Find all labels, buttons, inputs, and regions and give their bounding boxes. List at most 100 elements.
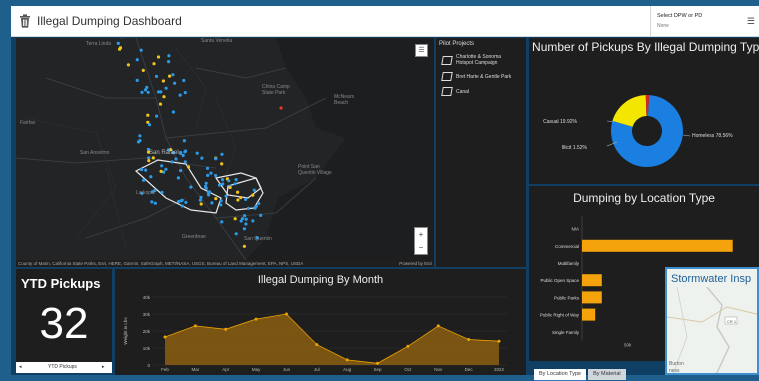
pickup-point[interactable] xyxy=(172,110,175,113)
pickup-point[interactable] xyxy=(149,175,152,178)
pickup-point[interactable] xyxy=(167,60,170,63)
data-point[interactable] xyxy=(498,340,501,343)
pickup-point[interactable] xyxy=(182,79,185,82)
pickup-point[interactable] xyxy=(119,46,122,49)
data-point[interactable] xyxy=(285,313,288,316)
pickup-point[interactable] xyxy=(236,191,239,194)
pickup-point[interactable] xyxy=(182,154,185,157)
pickup-point[interactable] xyxy=(243,227,246,230)
pickup-point[interactable] xyxy=(181,204,184,207)
legend-icon[interactable]: ☰ xyxy=(415,44,428,57)
pickup-point[interactable] xyxy=(210,201,213,204)
pickup-point[interactable] xyxy=(179,94,182,97)
pickup-point[interactable] xyxy=(152,156,155,159)
pickup-point[interactable] xyxy=(234,217,237,220)
pickup-point[interactable] xyxy=(229,186,232,189)
pickup-point[interactable] xyxy=(251,219,254,222)
pickup-point[interactable] xyxy=(236,198,239,201)
pickup-point[interactable] xyxy=(220,162,223,165)
pickup-point[interactable] xyxy=(159,103,162,106)
pickup-point[interactable] xyxy=(205,182,208,185)
pickup-point[interactable] xyxy=(221,178,224,181)
pickup-point[interactable] xyxy=(136,79,139,82)
pickup-point[interactable] xyxy=(144,169,147,172)
pickup-point[interactable] xyxy=(152,62,155,65)
data-point[interactable] xyxy=(437,324,440,327)
pickup-point[interactable] xyxy=(259,214,262,217)
data-point[interactable] xyxy=(346,358,349,361)
dumping-map[interactable]: Terra Linda Santa Venetia Fairfax San Ra… xyxy=(16,38,434,267)
map-canvas[interactable] xyxy=(16,38,434,260)
pickup-point[interactable] xyxy=(136,58,139,61)
pickup-point[interactable] xyxy=(205,187,208,190)
pickup-point[interactable] xyxy=(200,157,203,160)
pickup-point[interactable] xyxy=(184,91,187,94)
powered-by-esri[interactable]: Powered by Esri xyxy=(399,261,432,266)
pickup-point[interactable] xyxy=(255,205,258,208)
pickup-point[interactable] xyxy=(235,232,238,235)
pickup-point[interactable] xyxy=(147,91,150,94)
bar[interactable] xyxy=(582,309,595,321)
bar[interactable] xyxy=(582,274,602,286)
pickup-point[interactable] xyxy=(214,157,217,160)
pickup-point[interactable] xyxy=(127,63,130,66)
pickup-point[interactable] xyxy=(154,202,157,205)
pickup-point[interactable] xyxy=(196,152,199,155)
pickup-point[interactable] xyxy=(160,191,163,194)
bar[interactable] xyxy=(582,240,733,252)
pickup-point[interactable] xyxy=(179,169,182,172)
data-point[interactable] xyxy=(194,324,197,327)
pie-slice[interactable] xyxy=(612,95,646,127)
pickup-point[interactable] xyxy=(184,160,187,163)
pickup-point[interactable] xyxy=(187,165,190,168)
pickup-point[interactable] xyxy=(245,218,248,221)
pickup-point[interactable] xyxy=(183,150,186,153)
pickup-point[interactable] xyxy=(140,168,143,171)
pickup-point[interactable] xyxy=(162,95,165,98)
ytd-selector[interactable]: ◂ YTD Pickups ▸ xyxy=(16,362,112,373)
pickup-point[interactable] xyxy=(221,182,224,185)
pickup-point[interactable] xyxy=(219,203,222,206)
pickup-point[interactable] xyxy=(165,87,168,90)
pickup-point[interactable] xyxy=(162,79,165,82)
pickup-point[interactable] xyxy=(253,189,256,192)
pickup-point[interactable] xyxy=(160,170,163,173)
menu-icon[interactable]: ☰ xyxy=(747,16,755,27)
pickup-point[interactable] xyxy=(138,139,141,142)
pilot-item[interactable]: Canal xyxy=(442,87,469,96)
pickup-point[interactable] xyxy=(147,159,150,162)
pickup-point[interactable] xyxy=(251,194,254,197)
pickup-point[interactable] xyxy=(220,199,223,202)
pickup-point[interactable] xyxy=(142,179,145,182)
pickup-point[interactable] xyxy=(155,75,158,78)
pickup-point[interactable] xyxy=(184,201,187,204)
pickup-point[interactable] xyxy=(208,190,211,193)
pickup-point[interactable] xyxy=(177,176,180,179)
data-point[interactable] xyxy=(224,328,227,331)
pickup-point[interactable] xyxy=(189,186,192,189)
pickup-point[interactable] xyxy=(157,90,160,93)
area-chart[interactable]: 40k30k20k10k0Weight in LbsFebMarAprMayJu… xyxy=(115,269,526,375)
pickup-point[interactable] xyxy=(142,69,145,72)
zoom-in-button[interactable]: + xyxy=(415,228,427,241)
pickup-point[interactable] xyxy=(279,106,282,109)
tab-by-location-type[interactable]: By Location Type xyxy=(534,369,586,381)
pickup-point[interactable] xyxy=(138,134,141,137)
pickup-point[interactable] xyxy=(140,49,143,52)
pickup-point[interactable] xyxy=(214,174,217,177)
pickup-point[interactable] xyxy=(218,184,221,187)
pickup-point[interactable] xyxy=(235,178,238,181)
pickup-point[interactable] xyxy=(220,153,223,156)
pickup-point[interactable] xyxy=(167,54,170,57)
pickup-point[interactable] xyxy=(146,114,149,117)
pickup-point[interactable] xyxy=(155,115,158,118)
pie-chart[interactable]: Homeless 78.56%Casual 19.92%Illicit 1.52… xyxy=(529,38,759,184)
pilot-item[interactable]: Bret Harte & Gentle Park xyxy=(442,72,511,81)
pickup-point[interactable] xyxy=(160,164,163,167)
pickup-point[interactable] xyxy=(179,151,182,154)
zoom-control[interactable]: + − xyxy=(414,227,428,255)
data-point[interactable] xyxy=(467,338,470,341)
pickup-point[interactable] xyxy=(117,42,120,45)
pickup-point[interactable] xyxy=(220,220,223,223)
pickup-point[interactable] xyxy=(241,217,244,220)
